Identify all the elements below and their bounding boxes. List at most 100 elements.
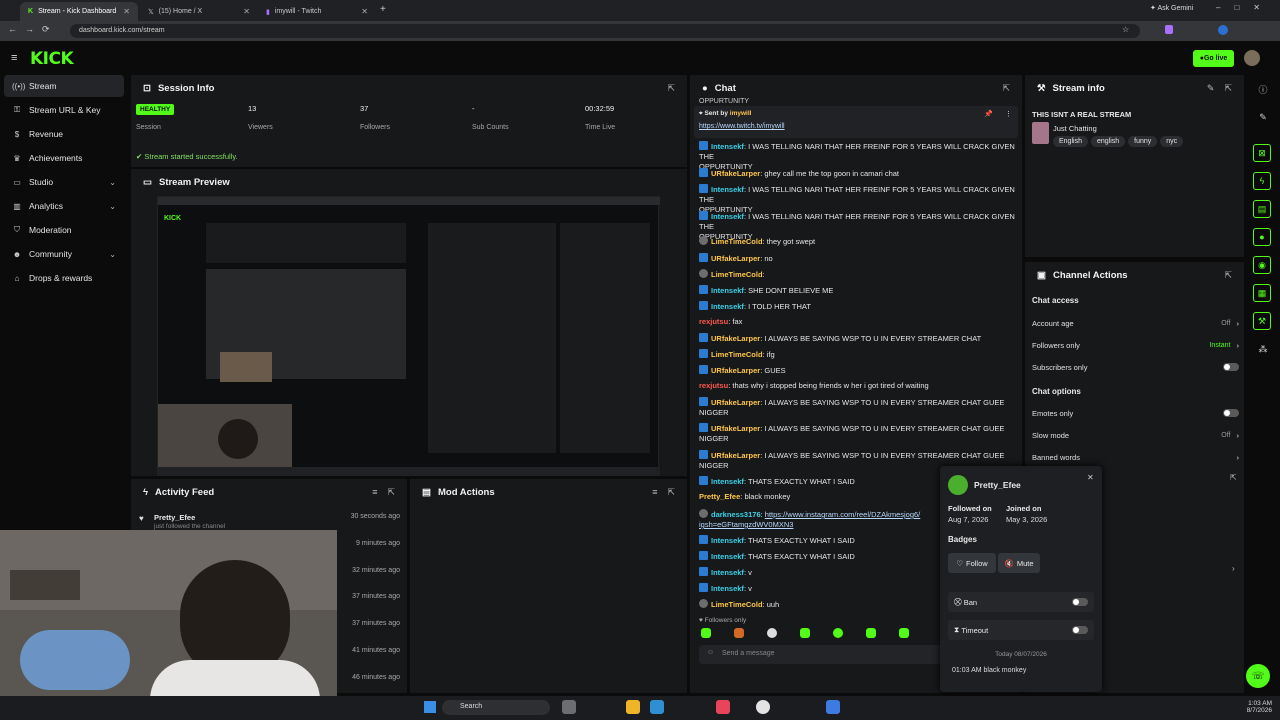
emote-icon[interactable] bbox=[767, 628, 777, 638]
sidebar-item-achievements[interactable]: ♛ Achievements bbox=[4, 147, 124, 169]
activity-user[interactable]: Pretty_Efee bbox=[154, 513, 195, 522]
chrome-icon[interactable] bbox=[756, 700, 770, 714]
chat-username[interactable]: LimeTimeCold bbox=[711, 270, 763, 279]
chat-username[interactable]: Intensekf bbox=[711, 584, 744, 593]
new-tab-icon[interactable]: + bbox=[380, 4, 386, 15]
extension-icon[interactable] bbox=[1165, 25, 1173, 34]
chat-message[interactable]: Intensekf: SHE DONT BELIEVE ME bbox=[699, 285, 1021, 296]
chat-username[interactable]: URfakeLarper bbox=[711, 451, 760, 460]
chat-username[interactable]: Intensekf bbox=[711, 477, 744, 486]
popout-icon[interactable]: ⇱ bbox=[1230, 473, 1237, 482]
edit-icon[interactable]: ✎ bbox=[1207, 83, 1215, 94]
close-icon[interactable]: ✕ bbox=[361, 7, 368, 16]
chat-username[interactable]: Intensekf bbox=[711, 185, 744, 194]
file-icon[interactable]: ▤ bbox=[1253, 200, 1271, 218]
chat-username[interactable]: Intensekf bbox=[711, 142, 744, 151]
chat-username[interactable]: rexjutsu bbox=[699, 317, 728, 326]
chat-username[interactable]: Intensekf bbox=[711, 552, 744, 561]
chat-message[interactable]: URfakeLarper: GUES bbox=[699, 365, 1021, 376]
category-name[interactable]: Just Chatting bbox=[1053, 124, 1097, 133]
browser-tab-kick[interactable]: K Stream - Kick Dashboard ✕ bbox=[20, 2, 138, 21]
chat-username[interactable]: Intensekf bbox=[711, 568, 744, 577]
tag-chip[interactable]: funny bbox=[1128, 136, 1158, 147]
toggle-switch[interactable] bbox=[1072, 626, 1088, 634]
mute-button[interactable]: 🔇 Mute bbox=[998, 553, 1040, 573]
chat-username[interactable]: URfakeLarper bbox=[711, 424, 760, 433]
kick-logo[interactable]: KICK bbox=[30, 49, 74, 69]
help-chat-icon[interactable]: ☏ bbox=[1246, 664, 1270, 688]
chat-message[interactable]: LimeTimeCold: they got swept bbox=[699, 236, 1021, 247]
chat-username[interactable]: URfakeLarper bbox=[711, 366, 760, 375]
nav-buttons[interactable]: ←→⟳ bbox=[8, 24, 58, 35]
more-icon[interactable]: ⋮ bbox=[1005, 110, 1012, 118]
tag-chip[interactable]: nyc bbox=[1160, 136, 1184, 147]
chat-username[interactable]: URfakeLarper bbox=[711, 169, 760, 178]
url-input[interactable]: dashboard.kick.com/stream bbox=[70, 24, 1140, 38]
chat-message[interactable]: URfakeLarper: I ALWAYS BE SAYING WSP TO … bbox=[699, 397, 1021, 418]
pinned-message[interactable]: ⌖ Sent by imywill https://www.twitch.tv/… bbox=[694, 106, 1018, 138]
chat-username[interactable]: URfakeLarper bbox=[711, 254, 760, 263]
popout-icon[interactable]: ⇱ bbox=[667, 487, 675, 498]
sidebar-item-moderation[interactable]: ⛉ Moderation bbox=[4, 219, 124, 241]
chat-username[interactable]: URfakeLarper bbox=[711, 334, 760, 343]
app-icon[interactable] bbox=[826, 700, 840, 714]
sidebar-item-studio[interactable]: ▭ Studio ⌄ bbox=[4, 171, 124, 193]
pin-icon[interactable]: 📌 bbox=[984, 110, 993, 118]
toggle-switch[interactable] bbox=[1072, 598, 1088, 606]
ban-row[interactable]: ⛒ Ban bbox=[948, 592, 1094, 612]
chat-message[interactable]: URfakeLarper: I ALWAYS BE SAYING WSP TO … bbox=[699, 423, 1021, 444]
chevron-right-icon[interactable]: › bbox=[1232, 564, 1235, 573]
chat-message[interactable]: rexjutsu: fax bbox=[699, 317, 1021, 327]
file-explorer-icon[interactable] bbox=[626, 700, 640, 714]
popup-username[interactable]: Pretty_Efee bbox=[974, 480, 1021, 490]
banned-words-row[interactable]: Banned words › bbox=[1032, 450, 1239, 464]
chat-username[interactable]: rexjutsu bbox=[699, 381, 728, 390]
chat-username[interactable]: Intensekf bbox=[711, 536, 744, 545]
emote-icon[interactable] bbox=[701, 628, 711, 638]
hamburger-menu-icon[interactable]: ≡ bbox=[11, 52, 17, 64]
edge-icon[interactable] bbox=[650, 700, 664, 714]
chat-bubble-icon[interactable]: ● bbox=[1253, 228, 1271, 246]
close-icon[interactable]: ✕ bbox=[243, 7, 250, 16]
subscribers-only-row[interactable]: Subscribers only bbox=[1032, 360, 1239, 374]
chat-username[interactable]: darkness3176 bbox=[711, 510, 761, 519]
sidebar-item-revenue[interactable]: $ Revenue bbox=[4, 123, 124, 145]
pinned-link[interactable]: https://www.twitch.tv/imywill bbox=[699, 123, 785, 130]
emote-icon[interactable] bbox=[866, 628, 876, 638]
chat-message[interactable]: LimeTimeCold: ifg bbox=[699, 349, 1021, 360]
chat-message[interactable]: Intensekf: I TOLD HER THAT bbox=[699, 301, 1021, 312]
popout-icon[interactable]: ⇱ bbox=[667, 83, 675, 94]
chat-message[interactable]: LimeTimeCold: bbox=[699, 269, 1021, 280]
info-icon[interactable]: ⓘ bbox=[1253, 80, 1273, 98]
chat-username[interactable]: LimeTimeCold bbox=[711, 600, 763, 609]
avatar[interactable] bbox=[1244, 50, 1260, 66]
popout-icon[interactable]: ⇱ bbox=[1224, 270, 1232, 281]
profile-icon[interactable] bbox=[1218, 25, 1228, 35]
emote-icon[interactable] bbox=[800, 628, 810, 638]
browser-tab-x[interactable]: 𝕏 (15) Home / X ✕ bbox=[140, 2, 258, 21]
emote-icon[interactable] bbox=[734, 628, 744, 638]
sidebar-item-analytics[interactable]: ▥ Analytics ⌄ bbox=[4, 195, 124, 217]
emote-icon[interactable] bbox=[833, 628, 843, 638]
close-icon[interactable]: ✕ bbox=[123, 7, 130, 16]
chat-username[interactable]: LimeTimeCold bbox=[711, 350, 763, 359]
chat-message[interactable]: URfakeLarper: ghey call me the top goon … bbox=[699, 168, 1021, 179]
follow-button[interactable]: ♡ Follow bbox=[948, 553, 996, 573]
browser-tab-twitch[interactable]: ▮ imywill - Twitch ✕ bbox=[258, 2, 376, 21]
sidebar-item-stream-url[interactable]: ⚿ Stream URL & Key bbox=[4, 99, 124, 121]
chat-link[interactable]: https://www.instagram.com/reel/DZAkmesjo… bbox=[765, 510, 920, 519]
chat-username[interactable]: Intensekf bbox=[711, 302, 744, 311]
followers-only-row[interactable]: Followers only Instant › bbox=[1032, 338, 1239, 352]
filter-icon[interactable]: ≡ bbox=[652, 487, 657, 498]
music-icon[interactable] bbox=[716, 700, 730, 714]
chat-username[interactable]: URfakeLarper bbox=[711, 398, 760, 407]
slow-mode-row[interactable]: Slow mode Off › bbox=[1032, 428, 1239, 442]
chat-username[interactable]: Pretty_Efee bbox=[699, 492, 740, 501]
popout-icon[interactable]: ⇱ bbox=[387, 487, 395, 498]
emotes-only-row[interactable]: Emotes only bbox=[1032, 406, 1239, 420]
chat-message[interactable]: URfakeLarper: I ALWAYS BE SAYING WSP TO … bbox=[699, 333, 1021, 344]
bookmark-star-icon[interactable]: ☆ bbox=[1122, 25, 1129, 34]
task-view-icon[interactable] bbox=[562, 700, 576, 714]
tag-chip[interactable]: English bbox=[1053, 136, 1088, 147]
rail-action-icon[interactable]: ⊠ bbox=[1253, 144, 1271, 162]
